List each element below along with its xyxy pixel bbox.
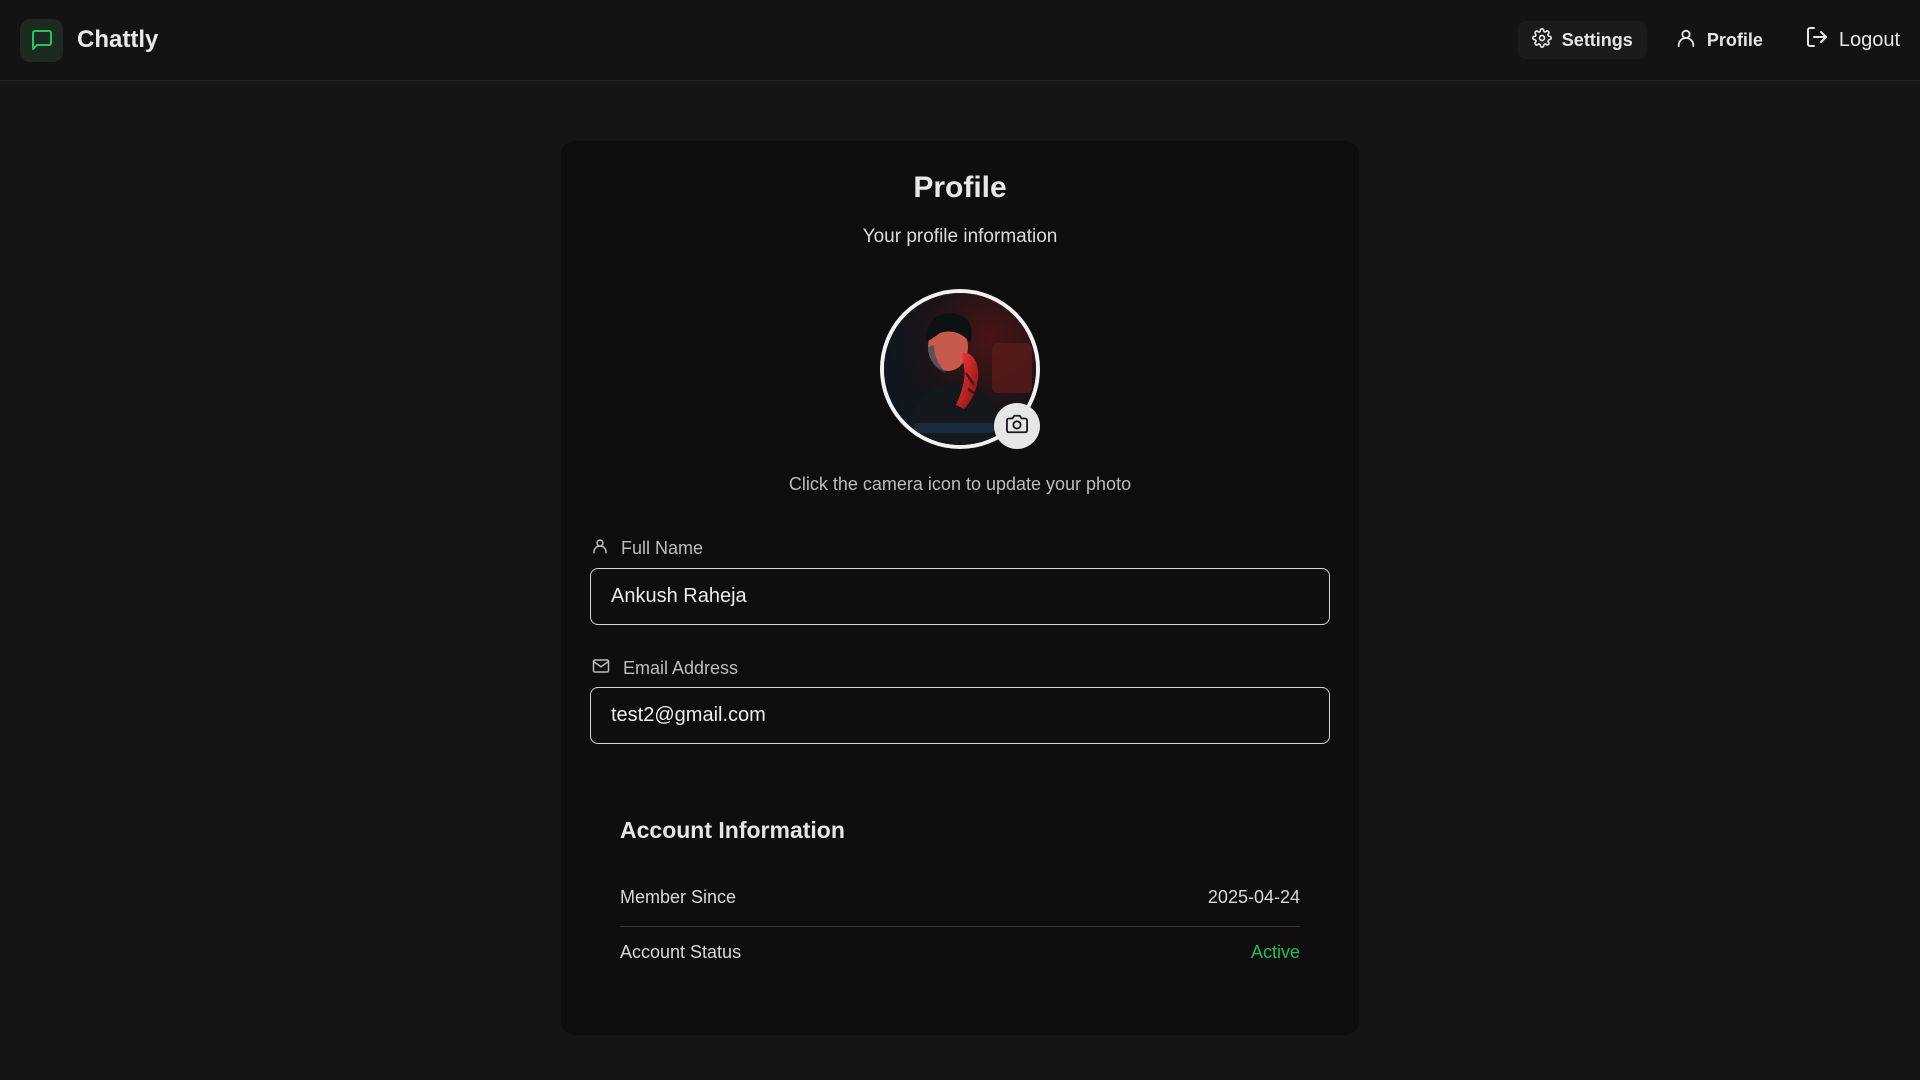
email-field[interactable]: test2@gmail.com: [590, 687, 1330, 744]
account-info-title: Account Information: [620, 817, 845, 843]
camera-icon: [1006, 413, 1028, 440]
member-since-label: Member Since: [620, 887, 737, 907]
profile-label: Profile: [1706, 29, 1763, 50]
message-square-icon: [20, 18, 63, 62]
member-since-value: 2025-04-24: [1207, 887, 1300, 907]
logout-label: Logout: [1838, 28, 1900, 51]
account-status-value: Active: [1250, 942, 1300, 962]
gear-icon: [1531, 27, 1552, 53]
settings-label: Settings: [1561, 29, 1633, 50]
email-label-text: Email Address: [623, 658, 739, 678]
account-status-label: Account Status: [620, 942, 742, 962]
full-name-field[interactable]: Ankush Raheja: [590, 568, 1330, 625]
avatar-container: [880, 289, 1040, 449]
email-value: test2@gmail.com: [611, 704, 766, 726]
brand-link[interactable]: Chattly: [20, 18, 159, 62]
top-nav: Settings Profile Logout: [1517, 21, 1900, 59]
settings-button[interactable]: Settings: [1517, 21, 1647, 59]
profile-button[interactable]: Profile: [1661, 21, 1777, 59]
profile-card: Profile Your profile information Click t…: [561, 141, 1359, 1035]
full-name-label: Full Name: [591, 537, 703, 560]
logout-icon: [1805, 25, 1829, 55]
camera-button[interactable]: [994, 403, 1040, 449]
email-label: Email Address: [591, 657, 738, 680]
user-icon: [1675, 27, 1697, 54]
logout-button[interactable]: Logout: [1791, 21, 1900, 59]
mail-icon: [591, 657, 611, 680]
brand-name: Chattly: [77, 26, 159, 53]
full-name-label-text: Full Name: [621, 538, 704, 558]
member-since-row: Member Since 2025-04-24: [620, 881, 1300, 927]
photo-hint: Click the camera icon to update your pho…: [788, 474, 1132, 494]
user-icon: [591, 537, 609, 560]
account-status-row: Account Status Active: [620, 942, 1300, 963]
page-title: Profile: [913, 171, 1007, 204]
top-bar: Chattly Settings Profile Logout: [0, 0, 1920, 81]
full-name-value: Ankush Raheja: [611, 585, 747, 607]
page-subtitle: Your profile information: [862, 226, 1058, 247]
